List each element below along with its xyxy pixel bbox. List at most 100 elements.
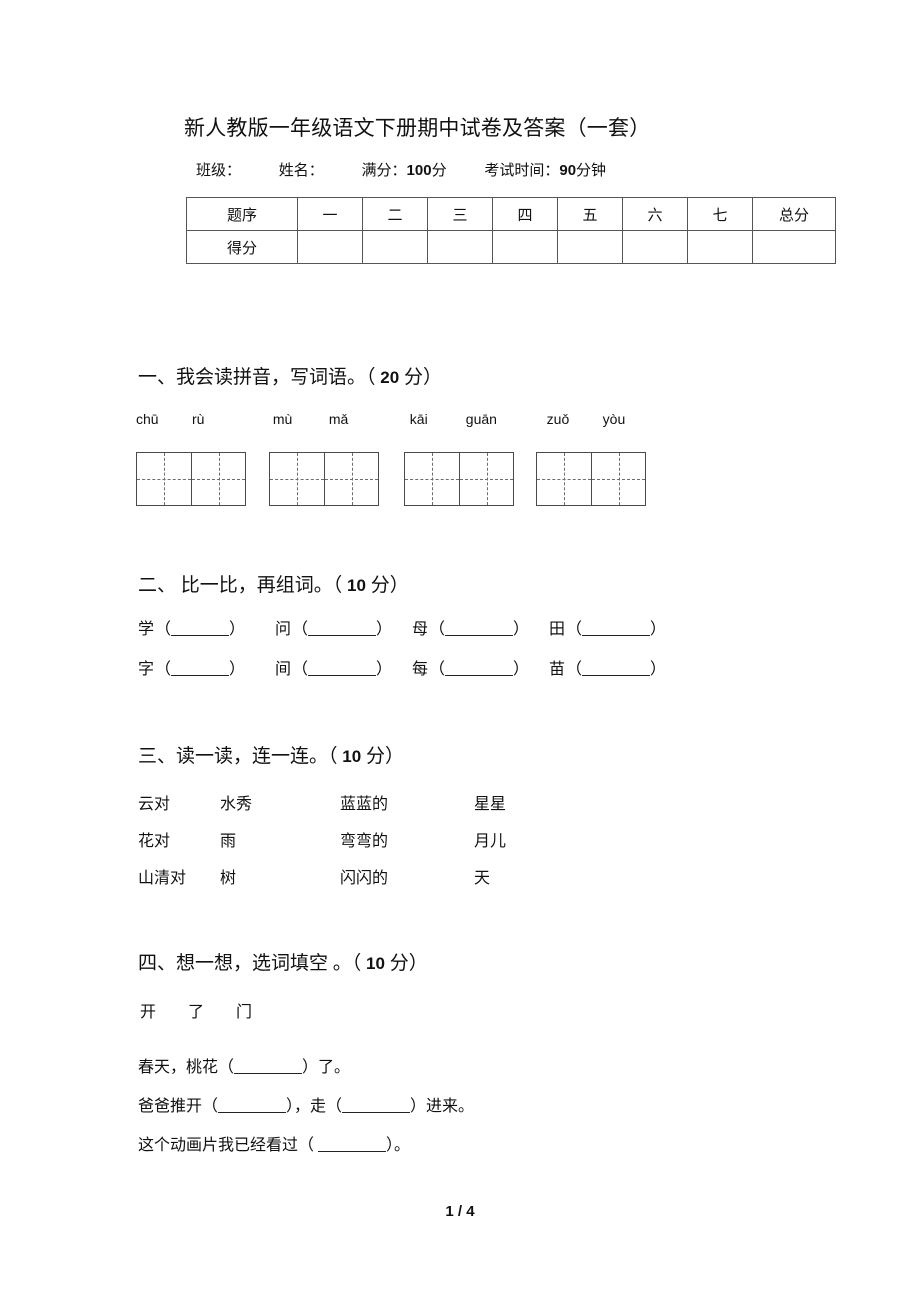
- word-build-item: 问（）: [275, 619, 393, 638]
- answer-blank[interactable]: [308, 619, 377, 636]
- section-2-heading-text: 二、 比一比，再组词。（: [138, 575, 343, 596]
- full-score-value: 100: [406, 162, 432, 179]
- section-2-heading: 二、 比一比，再组词。（ 10 分）: [138, 570, 409, 597]
- matching-row-1: 云对 水秀 蓝蓝的 星星: [138, 790, 506, 814]
- match-right-item-2[interactable]: 星星: [474, 790, 506, 814]
- answer-blank[interactable]: [342, 1096, 411, 1113]
- pinyin-syllable: mǎ: [328, 411, 349, 427]
- exam-header-info: 班级： 姓名： 满分：100分 考试时间：90分钟: [196, 159, 606, 180]
- prompt-character: 苗: [549, 661, 566, 678]
- full-score-label: 满分：: [361, 163, 407, 179]
- writing-cell[interactable]: [591, 452, 646, 506]
- match-right-item[interactable]: 水秀: [220, 790, 336, 814]
- column-header-5: 五: [557, 197, 623, 231]
- score-cell-2[interactable]: [362, 230, 428, 264]
- section-3-points: 10: [342, 747, 362, 766]
- prompt-character: 母: [412, 621, 429, 638]
- score-cell-7[interactable]: [687, 230, 753, 264]
- word-build-item: 学（）: [138, 619, 246, 638]
- prompt-character: 学: [138, 621, 155, 638]
- score-cell-3[interactable]: [427, 230, 493, 264]
- score-table: 题序 一 二 三 四 五 六 七 总分 得分: [186, 197, 836, 264]
- exam-time-unit: 分钟: [576, 163, 607, 179]
- writing-cell[interactable]: [191, 452, 246, 506]
- word-build-item: 母（）: [412, 619, 530, 638]
- score-cell-6[interactable]: [622, 230, 688, 264]
- section-1-points: 20: [380, 368, 400, 387]
- writing-box-group-4[interactable]: [536, 452, 646, 506]
- score-cell-1[interactable]: [297, 230, 363, 264]
- score-cell-4[interactable]: [492, 230, 558, 264]
- word-bank: 开 了 门: [140, 998, 280, 1022]
- answer-blank[interactable]: [582, 659, 651, 676]
- pinyin-syllable: kāi: [409, 411, 428, 427]
- match-right-item-2[interactable]: 月儿: [474, 827, 506, 851]
- match-left-item[interactable]: 花对: [138, 827, 216, 851]
- writing-cell[interactable]: [536, 452, 591, 506]
- match-right-item-2[interactable]: 天: [474, 864, 490, 888]
- pinyin-syllable: yòu: [602, 411, 626, 427]
- writing-cell[interactable]: [324, 452, 379, 506]
- answer-blank[interactable]: [218, 1096, 287, 1113]
- score-cell-total[interactable]: [752, 230, 836, 264]
- page-title: 新人教版一年级语文下册期中试卷及答案（一套）: [184, 116, 651, 140]
- match-left-item-2[interactable]: 闪闪的: [340, 864, 470, 888]
- sentence-text-before: 这个动画片我已经看过（: [138, 1137, 319, 1154]
- word-build-item: 间（）: [275, 659, 393, 678]
- section-1-heading-tail: 分）: [403, 367, 442, 388]
- match-right-item[interactable]: 雨: [220, 827, 336, 851]
- class-label: 班级：: [196, 163, 242, 179]
- match-left-item-2[interactable]: 弯弯的: [340, 827, 470, 851]
- word-bank-item[interactable]: 了: [188, 998, 232, 1022]
- word-build-item: 字（）: [138, 659, 246, 678]
- answer-blank[interactable]: [171, 619, 230, 636]
- section-1-heading: 一、我会读拼音，写词语。（ 20 分）: [138, 362, 442, 389]
- page-footer: 1 / 4: [445, 1203, 475, 1220]
- section-4-heading-tail: 分）: [389, 953, 428, 974]
- column-header-1: 一: [297, 197, 363, 231]
- pinyin-syllable: rù: [192, 411, 205, 427]
- answer-blank[interactable]: [445, 659, 514, 676]
- writing-box-group-1[interactable]: [136, 452, 246, 506]
- section-4-heading: 四、想一想，选词填空 。（ 10 分）: [138, 948, 428, 975]
- name-label: 姓名：: [278, 163, 324, 179]
- exam-time-group: 考试时间：90分钟: [484, 162, 607, 179]
- writing-cell[interactable]: [459, 452, 514, 506]
- prompt-character: 每: [412, 661, 429, 678]
- fill-sentence-1: 春天，桃花（ ）了。: [138, 1053, 350, 1077]
- section-3-heading-tail: 分）: [365, 746, 404, 767]
- table-row-score: 得分: [186, 230, 836, 264]
- word-bank-item[interactable]: 开: [140, 998, 184, 1022]
- pinyin-syllable: guān: [465, 411, 497, 427]
- writing-box-group-2[interactable]: [269, 452, 379, 506]
- section-1-heading-text: 一、我会读拼音，写词语。（: [138, 367, 376, 388]
- answer-blank[interactable]: [308, 659, 377, 676]
- section-4-points: 10: [366, 954, 385, 973]
- section-2-points: 10: [347, 576, 366, 595]
- answer-blank[interactable]: [445, 619, 514, 636]
- column-header-6: 六: [622, 197, 688, 231]
- pinyin-syllable: chū: [136, 411, 159, 427]
- full-score-group: 满分：100分: [361, 162, 447, 179]
- exam-page: 新人教版一年级语文下册期中试卷及答案（一套） 班级： 姓名： 满分：100分 考…: [0, 0, 920, 1303]
- matching-row-2: 花对 雨 弯弯的 月儿: [138, 827, 506, 851]
- sentence-text-after: ）了。: [302, 1059, 351, 1076]
- full-score-unit: 分: [431, 163, 447, 179]
- score-cell-5[interactable]: [557, 230, 623, 264]
- match-right-item[interactable]: 树: [220, 864, 336, 888]
- word-build-item: 苗（）: [549, 659, 667, 678]
- prompt-character: 问: [275, 621, 292, 638]
- writing-box-group-3[interactable]: [404, 452, 514, 506]
- match-left-item-2[interactable]: 蓝蓝的: [340, 790, 470, 814]
- column-header-3: 三: [427, 197, 493, 231]
- answer-blank[interactable]: [582, 619, 651, 636]
- answer-blank[interactable]: [171, 659, 230, 676]
- writing-cell[interactable]: [136, 452, 191, 506]
- match-left-item[interactable]: 云对: [138, 790, 216, 814]
- answer-blank[interactable]: [318, 1135, 387, 1152]
- writing-cell[interactable]: [404, 452, 459, 506]
- word-bank-item[interactable]: 门: [236, 998, 280, 1022]
- match-left-item[interactable]: 山清对: [138, 864, 216, 888]
- answer-blank[interactable]: [234, 1057, 303, 1074]
- writing-cell[interactable]: [269, 452, 324, 506]
